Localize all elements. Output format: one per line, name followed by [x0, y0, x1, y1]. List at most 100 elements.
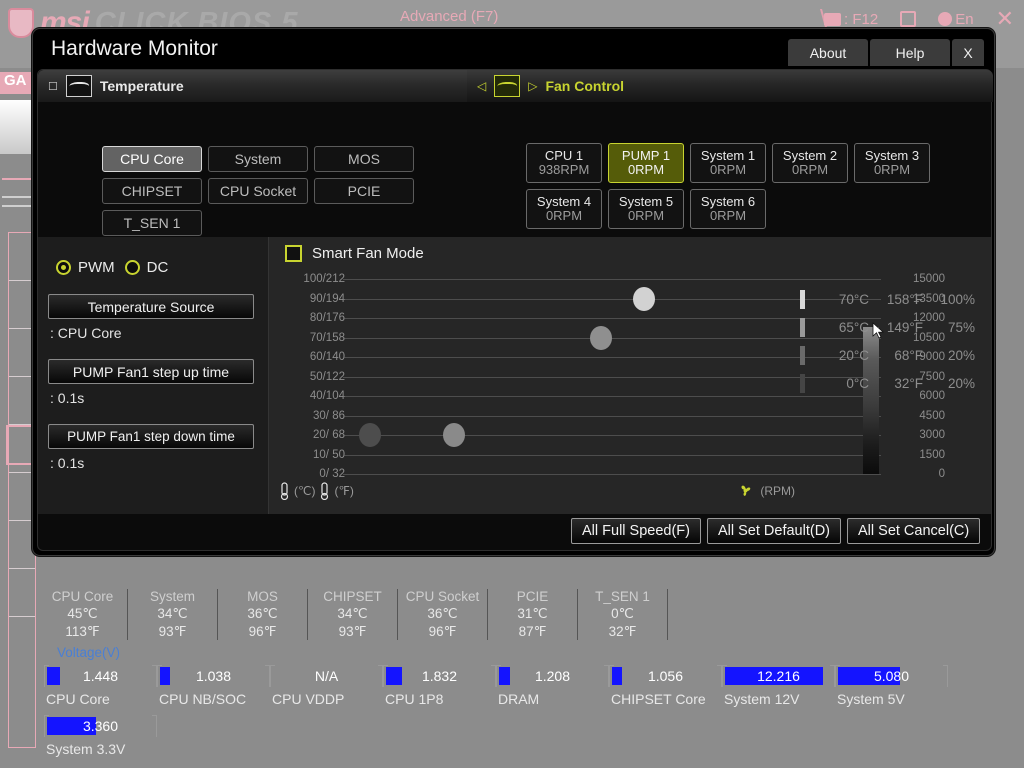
- fan-curve-handle[interactable]: [633, 287, 655, 311]
- fan-control-header-label: Fan Control: [545, 78, 624, 94]
- bios-close-icon: ✕: [996, 6, 1014, 32]
- fan-curve-handle[interactable]: [590, 326, 612, 350]
- temp-tab-cpu-socket[interactable]: CPU Socket: [208, 178, 308, 204]
- curve-point-marker: [800, 374, 805, 393]
- sensor-celsius: 31℃: [492, 606, 573, 622]
- voltage-item: 12.216 System 12V: [722, 665, 835, 715]
- voltage-value: 1.448: [45, 668, 156, 684]
- temperature-source-value: : CPU Core: [48, 325, 254, 341]
- close-button[interactable]: X: [952, 39, 984, 66]
- fan-curve-handle[interactable]: [443, 423, 465, 447]
- curve-point-celsius: 0°C: [823, 376, 869, 391]
- y-tick-label: 30/ 86: [313, 410, 345, 422]
- all-full-speed-button[interactable]: All Full Speed(F): [571, 518, 701, 544]
- voltage-bar: 3.360: [44, 715, 157, 737]
- voltage-label: System 12V: [722, 691, 835, 707]
- about-button[interactable]: About: [788, 39, 868, 66]
- sensor-name: CPU Socket: [402, 589, 483, 604]
- fan-rpm: 0RPM: [874, 163, 910, 177]
- expand-icon: ☐: [48, 80, 58, 93]
- fan-tab-system-2[interactable]: System 2 0RPM: [772, 143, 848, 183]
- favorites-icon: [900, 11, 916, 27]
- fan-tab-system-1[interactable]: System 1 0RPM: [690, 143, 766, 183]
- fan-settings-left-column: PWM DC Temperature Source : CPU Core PUM…: [38, 237, 269, 514]
- temp-tab-cpu-core[interactable]: CPU Core: [102, 146, 202, 172]
- advanced-mode-label: Advanced (F7): [400, 8, 498, 25]
- fan-tab-system-4[interactable]: System 4 0RPM: [526, 189, 602, 229]
- chevron-left-icon[interactable]: ◁: [477, 79, 486, 93]
- temp-tab-system[interactable]: System: [208, 146, 308, 172]
- fan-control-section-header[interactable]: ◁ ▷ Fan Control: [467, 70, 993, 102]
- voltage-item: 1.056 CHIPSET Core: [609, 665, 722, 715]
- y-tick-label: 80/176: [310, 312, 345, 324]
- fan-curve-column: Smart Fan Mode 100/21290/19480/17670/158…: [269, 237, 991, 514]
- temperature-section-header[interactable]: ☐ Temperature: [38, 70, 467, 102]
- voltage-label: CPU 1P8: [383, 691, 496, 707]
- voltage-label: System 5V: [835, 691, 948, 707]
- chart-legend: (℃) (℉): [279, 482, 981, 508]
- legend-rpm-group: (RPM): [737, 482, 795, 499]
- step-down-time-button[interactable]: PUMP Fan1 step down time: [48, 424, 254, 449]
- curve-point-fahrenheit: 149°F: [869, 320, 923, 335]
- curve-point-duty: 20%: [923, 348, 975, 363]
- chart-gridline: [343, 435, 881, 436]
- fan-tab-system-3[interactable]: System 3 0RPM: [854, 143, 930, 183]
- fan-tab-cpu-1[interactable]: CPU 1 938RPM: [526, 143, 602, 183]
- fan-curve-handle[interactable]: [359, 423, 381, 447]
- y-tick-label: 70/158: [310, 332, 345, 344]
- voltage-label: DRAM: [496, 691, 609, 707]
- voltage-value: 12.216: [723, 668, 834, 684]
- voltage-value: 1.056: [610, 668, 721, 684]
- radio-dc[interactable]: DC: [125, 259, 169, 276]
- step-up-time-button[interactable]: PUMP Fan1 step up time: [48, 359, 254, 384]
- hardware-monitor-dialog: Hardware Monitor About Help X ☐ Temperat…: [32, 28, 995, 556]
- temperature-source-button[interactable]: Temperature Source: [48, 294, 254, 319]
- fan-action-buttons: All Full Speed(F) All Set Default(D) All…: [571, 518, 980, 544]
- temp-tab-chipset[interactable]: CHIPSET: [102, 178, 202, 204]
- voltage-value: N/A: [271, 668, 382, 684]
- sensor-celsius: 36℃: [222, 606, 303, 622]
- voltage-bar: 5.080: [835, 665, 948, 687]
- fan-tab-pump-1[interactable]: PUMP 1 0RPM: [608, 143, 684, 183]
- fan-curve-point-row: 0°C32°F20%: [800, 369, 985, 397]
- fan-curve-point-row: 65°C149°F75%: [800, 313, 985, 341]
- sensor-fahrenheit: 96℉: [402, 624, 483, 640]
- sensor-fahrenheit: 32℉: [582, 624, 663, 640]
- chevron-right-icon[interactable]: ▷: [528, 79, 537, 93]
- language-icon: En: [938, 11, 973, 28]
- fan-tab-system-5[interactable]: System 5 0RPM: [608, 189, 684, 229]
- fan-rpm: 0RPM: [710, 163, 746, 177]
- chart-plot-area[interactable]: [349, 279, 875, 474]
- voltage-value: 3.360: [45, 718, 156, 734]
- curve-point-fahrenheit: 68°F: [869, 348, 923, 363]
- voltage-label: CPU VDDP: [270, 691, 383, 707]
- sensor-name: CPU Core: [42, 589, 123, 604]
- fan-graph-icon: [494, 75, 520, 97]
- radio-dc-dot: [125, 260, 140, 275]
- sensor-name: PCIE: [492, 589, 573, 604]
- temperature-header-label: Temperature: [100, 78, 184, 94]
- temp-tab-tsen1[interactable]: T_SEN 1: [102, 210, 202, 236]
- smart-fan-mode-row[interactable]: Smart Fan Mode: [285, 245, 424, 262]
- temperature-readouts: CPU Core45℃113℉System34℃93℉MOS36℃96℉CHIP…: [38, 588, 988, 640]
- radio-pwm-label: PWM: [78, 259, 115, 276]
- sensor-celsius: 34℃: [312, 606, 393, 622]
- all-set-cancel-button[interactable]: All Set Cancel(C): [847, 518, 980, 544]
- temp-tab-mos[interactable]: MOS: [314, 146, 414, 172]
- sensor-fahrenheit: 96℉: [222, 624, 303, 640]
- bios-screen: msi CLICK BIOS 5 Advanced (F7) \ / : F12…: [0, 0, 1024, 768]
- sensor-name: System: [132, 589, 213, 604]
- radio-pwm[interactable]: PWM: [56, 259, 115, 276]
- temp-tab-pcie[interactable]: PCIE: [314, 178, 414, 204]
- y-tick-label: 0/ 32: [319, 468, 345, 480]
- help-button[interactable]: Help: [870, 39, 950, 66]
- voltage-label: CHIPSET Core: [609, 691, 722, 707]
- fan-rpm: 938RPM: [539, 163, 590, 177]
- chart-gridline: [343, 279, 881, 280]
- y-tick-label: 60/140: [310, 351, 345, 363]
- smart-fan-mode-checkbox[interactable]: [285, 245, 302, 262]
- fan-icon: [737, 482, 754, 499]
- fan-name: System 5: [619, 195, 673, 209]
- fan-tab-system-6[interactable]: System 6 0RPM: [690, 189, 766, 229]
- all-set-default-button[interactable]: All Set Default(D): [707, 518, 841, 544]
